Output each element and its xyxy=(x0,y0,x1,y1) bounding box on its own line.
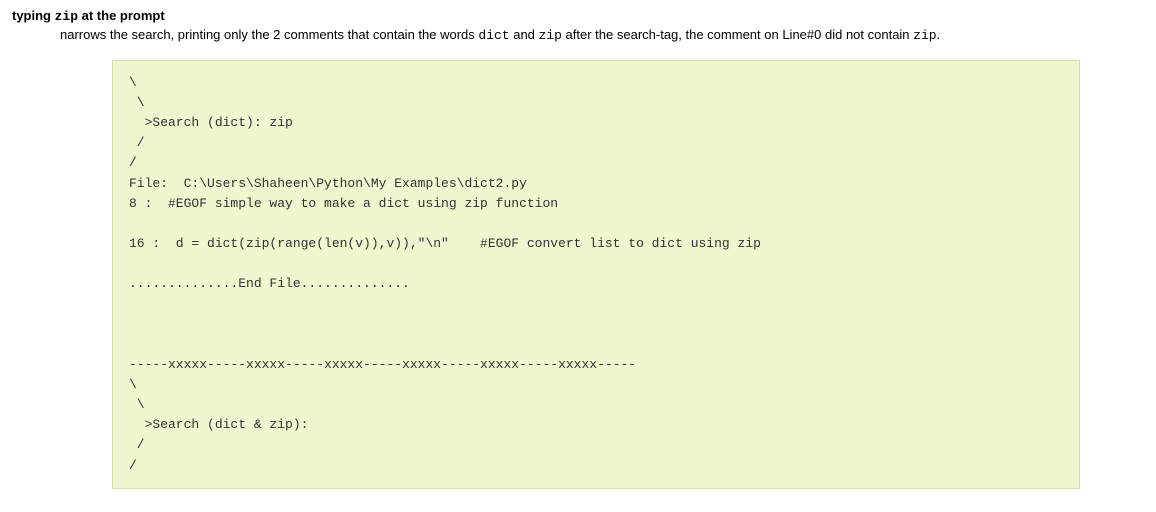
desc-text-1: narrows the search, printing only the 2 … xyxy=(60,27,478,42)
desc-text-4: . xyxy=(937,27,941,42)
section-description: narrows the search, printing only the 2 … xyxy=(60,26,1144,46)
heading-suffix: at the prompt xyxy=(78,8,165,23)
desc-keyword-dict: dict xyxy=(478,28,509,43)
heading-keyword: zip xyxy=(55,9,78,24)
desc-keyword-zip: zip xyxy=(539,28,562,43)
code-block: \ \ >Search (dict): zip / / File: C:\Use… xyxy=(112,60,1080,489)
heading-prefix: typing xyxy=(12,8,55,23)
desc-text-2: and xyxy=(510,27,539,42)
desc-keyword-zip-2: zip xyxy=(913,28,936,43)
section-heading: typing zip at the prompt xyxy=(12,8,1144,24)
desc-text-3: after the search-tag, the comment on Lin… xyxy=(562,27,913,42)
